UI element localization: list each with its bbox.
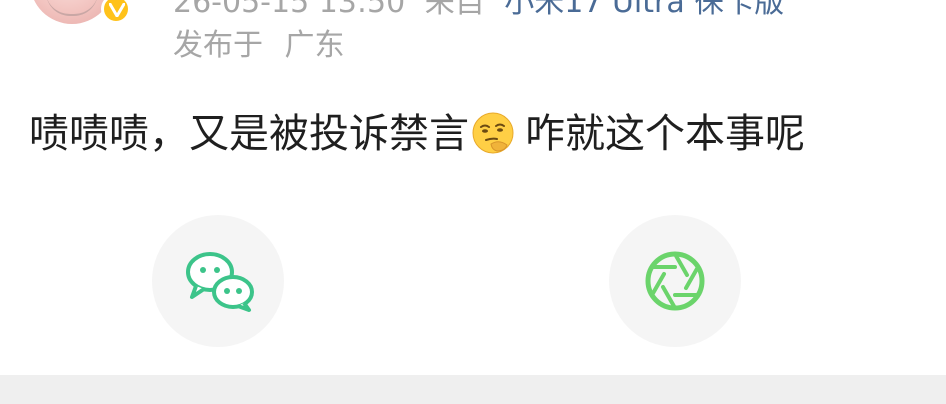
post-location: 发布于 广东 [173, 28, 345, 64]
post-card: 26-05-15 13:50 来自 小米17 Ultra 徕卡版 发布于 广东 … [0, 0, 946, 404]
share-wechat-button[interactable] [152, 215, 284, 347]
bottom-divider [0, 375, 946, 404]
location-prefix: 发布于 [173, 28, 263, 63]
wechat-icon [186, 252, 254, 312]
device-link[interactable]: 小米17 Ultra 徕卡版 [504, 0, 784, 20]
thinking-face-emoji [471, 111, 515, 155]
source-prefix: 来自 [424, 0, 485, 20]
location-region: 广东 [284, 28, 345, 63]
post-content: 啧啧啧，又是被投诉禁言 咋就这个本事呢 [29, 110, 805, 158]
wechat-moments-icon [645, 251, 705, 311]
avatar-image-detail [46, 0, 98, 16]
post-time: 26-05-15 13:50 [173, 0, 406, 20]
post-text-part-1: 啧啧啧，又是被投诉禁言 [29, 111, 469, 157]
verified-badge-icon [101, 0, 131, 24]
post-text-part-2: 咋就这个本事呢 [525, 111, 805, 157]
post-meta: 26-05-15 13:50 来自 小米17 Ultra 徕卡版 [173, 0, 784, 20]
share-moments-button[interactable] [609, 215, 741, 347]
